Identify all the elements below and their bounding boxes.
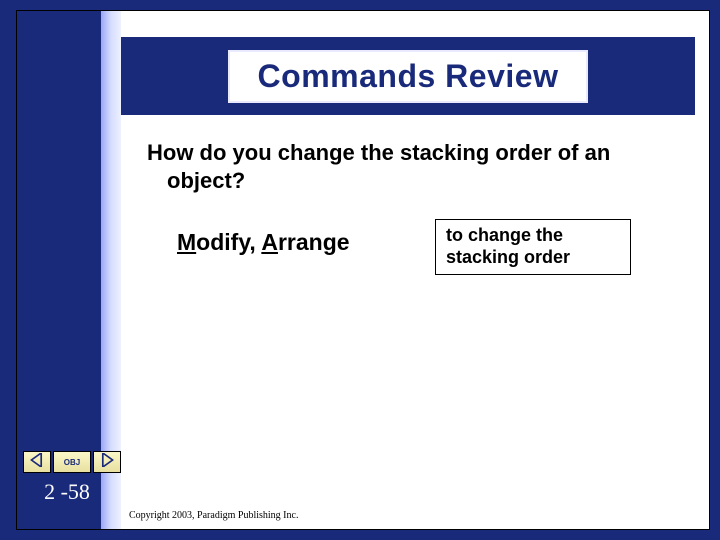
arrow-right-icon bbox=[100, 453, 114, 472]
prev-button[interactable] bbox=[23, 451, 51, 473]
title-band: Commands Review bbox=[121, 37, 695, 115]
answer-rrange: rrange bbox=[278, 229, 350, 255]
explanation-line-1: to change the bbox=[446, 225, 620, 247]
page-number: 2 -58 bbox=[17, 479, 117, 505]
slide-frame: Commands Review How do you change the st… bbox=[16, 10, 710, 530]
copyright-text: Copyright 2003, Paradigm Publishing Inc. bbox=[129, 510, 298, 521]
explanation-line-2: stacking order bbox=[446, 247, 620, 269]
question-text: How do you change the stacking order of … bbox=[147, 139, 679, 194]
title-box: Commands Review bbox=[228, 50, 589, 103]
obj-label: OBJ bbox=[64, 458, 80, 467]
answer-a-underline: A bbox=[261, 229, 278, 255]
explanation-box: to change the stacking order bbox=[435, 219, 631, 275]
arrow-left-icon bbox=[30, 453, 44, 472]
slide-title: Commands Review bbox=[258, 58, 559, 95]
answer-m-underline: M bbox=[177, 229, 196, 255]
question-line-1: How do you change the stacking order of … bbox=[147, 140, 610, 165]
obj-button[interactable]: OBJ bbox=[53, 451, 91, 473]
answer-text: Modify, Arrange bbox=[177, 229, 350, 256]
next-button[interactable] bbox=[93, 451, 121, 473]
question-line-2: object? bbox=[147, 167, 679, 195]
answer-odify: odify, bbox=[196, 229, 261, 255]
